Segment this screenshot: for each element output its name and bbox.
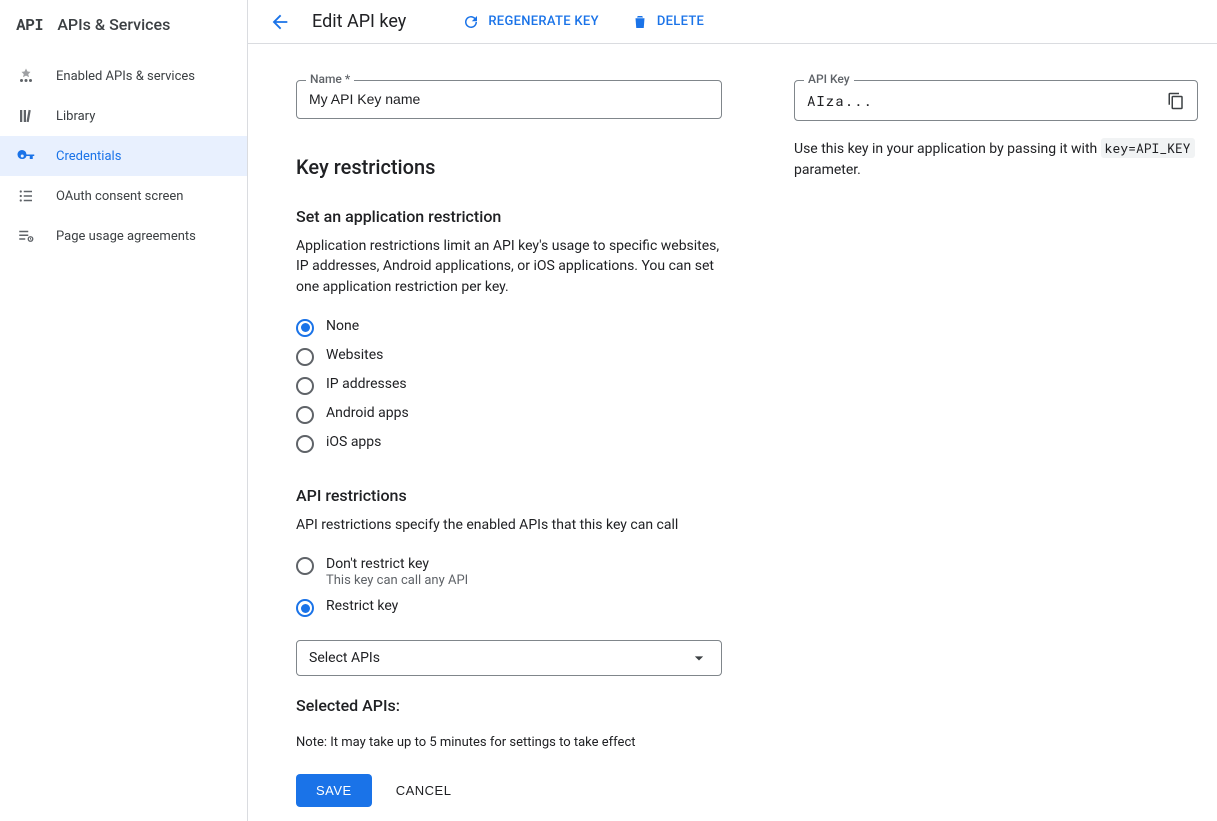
sidebar-item-oauth-consent[interactable]: OAuth consent screen (0, 176, 247, 216)
save-button[interactable]: SAVE (296, 774, 372, 807)
radio-icon (296, 348, 314, 366)
refresh-icon (462, 13, 480, 31)
radio-icon (296, 377, 314, 395)
form-actions: SAVE CANCEL (296, 774, 722, 807)
enabled-apis-icon (16, 66, 36, 86)
radio-icon (296, 435, 314, 453)
content: Name * Key restrictions Set an applicati… (248, 44, 1217, 821)
back-button[interactable] (264, 6, 296, 38)
api-key-value: AIza... (807, 91, 873, 110)
topbar: Edit API key REGENERATE KEY DELETE (248, 0, 1217, 44)
page-title: Edit API key (312, 11, 406, 32)
select-apis-dropdown[interactable]: Select APIs (296, 640, 722, 676)
library-icon (16, 106, 36, 126)
copy-icon (1167, 92, 1185, 110)
api-restriction-description: API restrictions specify the enabled API… (296, 515, 722, 535)
name-field-legend: Name * (306, 72, 354, 86)
app-restriction-heading: Set an application restriction (296, 207, 722, 226)
api-restriction-option-restrict[interactable]: Restrict key (296, 593, 722, 622)
app-restriction-option-ip[interactable]: IP addresses (296, 371, 722, 400)
sidebar: API APIs & Services Enabled APIs & servi… (0, 0, 248, 821)
arrow-back-icon (269, 11, 291, 33)
selected-apis-heading: Selected APIs: (296, 696, 722, 715)
sidebar-nav: Enabled APIs & services Library Credenti… (0, 48, 247, 256)
sidebar-item-label: Credentials (56, 149, 121, 164)
radio-label: Restrict key (326, 598, 398, 614)
left-column: Name * Key restrictions Set an applicati… (296, 80, 722, 807)
helper-text-pre: Use this key in your application by pass… (794, 141, 1101, 157)
api-restriction-radio-group: Don't restrict key This key can call any… (296, 551, 722, 622)
trash-icon (631, 13, 649, 31)
agreements-icon (16, 226, 36, 246)
sidebar-item-label: Page usage agreements (56, 229, 196, 244)
radio-label: Android apps (326, 405, 409, 421)
helper-code: key=API_KEY (1101, 138, 1195, 158)
radio-label: Websites (326, 347, 383, 363)
sidebar-item-label: Enabled APIs & services (56, 69, 195, 84)
select-apis-placeholder: Select APIs (309, 650, 380, 666)
app-restriction-description: Application restrictions limit an API ke… (296, 236, 722, 297)
sidebar-item-library[interactable]: Library (0, 96, 247, 136)
app-restriction-option-websites[interactable]: Websites (296, 342, 722, 371)
delete-button[interactable]: DELETE (623, 7, 712, 37)
app-restriction-option-android[interactable]: Android apps (296, 400, 722, 429)
sidebar-item-label: Library (56, 109, 95, 124)
copy-api-key-button[interactable] (1167, 92, 1185, 110)
key-icon (16, 146, 36, 166)
sidebar-item-credentials[interactable]: Credentials (0, 136, 247, 176)
sidebar-item-agreements[interactable]: Page usage agreements (0, 216, 247, 256)
name-input[interactable] (309, 91, 709, 107)
radio-icon (296, 557, 314, 575)
cancel-button[interactable]: CANCEL (396, 783, 452, 798)
radio-icon (296, 599, 314, 617)
api-logo: API (16, 14, 43, 35)
dropdown-arrow-icon (689, 648, 709, 668)
api-key-helper: Use this key in your application by pass… (794, 139, 1198, 181)
consent-icon (16, 186, 36, 206)
right-column: API Key AIza... Use this key in your app… (794, 80, 1198, 181)
product-name: APIs & Services (57, 15, 170, 34)
radio-label: iOS apps (326, 434, 381, 450)
main-column: Edit API key REGENERATE KEY DELETE Name … (248, 0, 1217, 821)
sidebar-item-enabled-apis[interactable]: Enabled APIs & services (0, 56, 247, 96)
regenerate-label: REGENERATE KEY (488, 14, 599, 29)
app-restriction-option-none[interactable]: None (296, 313, 722, 342)
radio-label: IP addresses (326, 376, 407, 392)
radio-icon (296, 319, 314, 337)
regenerate-key-button[interactable]: REGENERATE KEY (454, 7, 607, 37)
app-restriction-option-ios[interactable]: iOS apps (296, 429, 722, 458)
name-field[interactable]: Name * (296, 80, 722, 119)
radio-icon (296, 406, 314, 424)
api-restriction-option-dont-restrict[interactable]: Don't restrict key This key can call any… (296, 551, 722, 593)
key-restrictions-heading: Key restrictions (296, 155, 722, 179)
radio-sublabel: This key can call any API (326, 573, 468, 588)
sidebar-item-label: OAuth consent screen (56, 189, 183, 204)
api-restriction-heading: API restrictions (296, 486, 722, 505)
propagation-note: Note: It may take up to 5 minutes for se… (296, 735, 722, 750)
api-key-field: API Key AIza... (794, 80, 1198, 121)
app-restriction-radio-group: None Websites IP addresses Android apps (296, 313, 722, 458)
api-key-legend: API Key (804, 72, 854, 86)
helper-text-post: parameter. (794, 162, 861, 178)
radio-label: None (326, 318, 359, 334)
delete-label: DELETE (657, 14, 704, 29)
radio-label: Don't restrict key (326, 556, 468, 572)
sidebar-header: API APIs & Services (0, 0, 247, 48)
